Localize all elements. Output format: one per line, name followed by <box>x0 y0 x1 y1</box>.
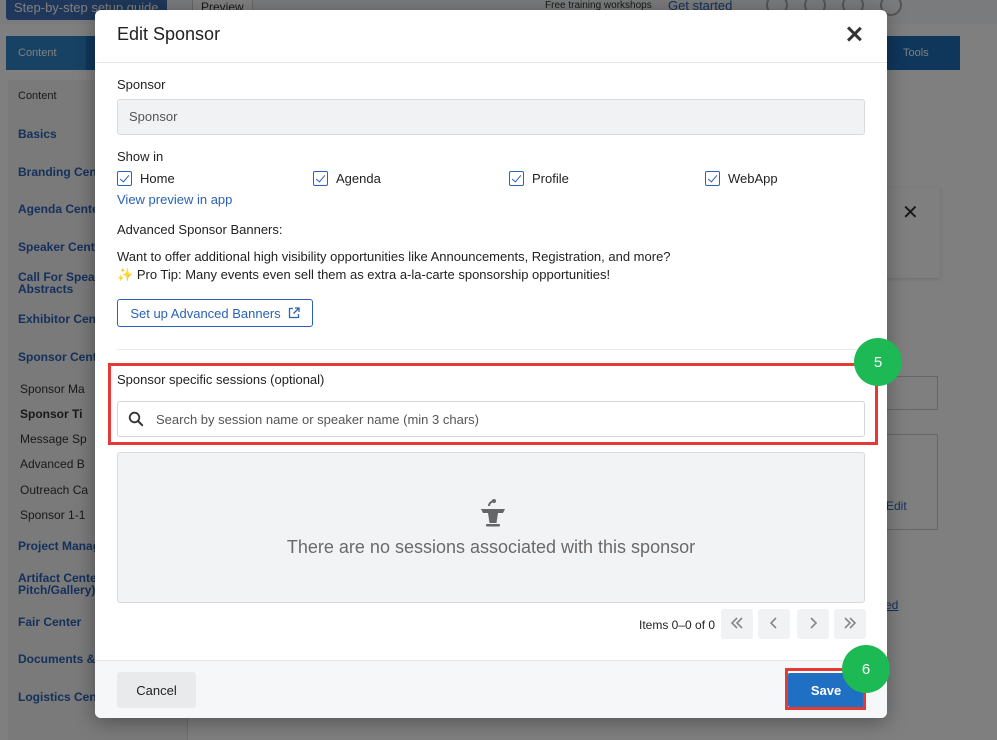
sparkle-icon: ✨ <box>117 267 134 282</box>
checkbox-checked-icon[interactable] <box>313 171 328 186</box>
chevron-left-icon <box>767 616 781 633</box>
cancel-button[interactable]: Cancel <box>117 672 196 708</box>
sessions-label: Sponsor specific sessions (optional) <box>117 372 325 387</box>
sessions-empty-state: There are no sessions associated with th… <box>117 452 865 603</box>
next-page-button[interactable] <box>797 609 829 639</box>
pagination-summary: Items 0–0 of 0 <box>639 618 716 632</box>
modal-title: Edit Sponsor <box>117 24 221 44</box>
session-search[interactable] <box>117 401 865 437</box>
pro-tip: ✨ Pro Tip: Many events even sell them as… <box>117 267 610 283</box>
edit-sponsor-modal: Edit Sponsor Sponsor Sponsor Show in Hom… <box>95 10 887 718</box>
setup-advanced-banners-button[interactable]: Set up Advanced Banners <box>117 299 313 327</box>
close-icon[interactable] <box>843 23 865 45</box>
checkbox-agenda[interactable]: Agenda <box>313 171 381 186</box>
checkbox-profile[interactable]: Profile <box>509 171 569 186</box>
sponsor-label: Sponsor <box>117 77 166 92</box>
modal-header: Edit Sponsor <box>95 10 887 63</box>
checkbox-label: Profile <box>532 171 569 186</box>
step-badge-6: 6 <box>842 645 890 693</box>
checkbox-webapp[interactable]: WebApp <box>705 171 778 186</box>
chevrons-left-icon <box>730 616 744 633</box>
sponsor-field: Sponsor <box>117 99 865 135</box>
prev-page-button[interactable] <box>758 609 790 639</box>
chevron-right-icon <box>806 616 820 633</box>
checkbox-checked-icon[interactable] <box>705 171 720 186</box>
step-badge-5: 5 <box>854 338 902 386</box>
divider <box>117 349 865 350</box>
podium-icon <box>477 497 509 529</box>
search-icon <box>128 411 144 427</box>
advanced-banners-title: Advanced Sponsor Banners: <box>117 222 283 237</box>
pro-tip-text: Pro Tip: Many events even sell them as e… <box>136 267 611 282</box>
search-input[interactable] <box>156 402 856 436</box>
modal-footer: Cancel Save <box>95 660 887 718</box>
show-in-label: Show in <box>117 149 164 164</box>
checkbox-label: WebApp <box>728 171 778 186</box>
checkbox-label: Home <box>140 171 175 186</box>
chevrons-right-icon <box>843 616 857 633</box>
empty-state-text: There are no sessions associated with th… <box>286 537 696 557</box>
external-link-icon <box>288 307 300 319</box>
setup-banners-label: Set up Advanced Banners <box>130 305 281 321</box>
view-preview-link[interactable]: View preview in app <box>117 192 232 207</box>
first-page-button[interactable] <box>721 609 753 639</box>
checkbox-checked-icon[interactable] <box>509 171 524 186</box>
checkbox-checked-icon[interactable] <box>117 171 132 186</box>
checkbox-home[interactable]: Home <box>117 171 175 186</box>
last-page-button[interactable] <box>834 609 866 639</box>
checkbox-label: Agenda <box>336 171 381 186</box>
advanced-banners-description: Want to offer additional high visibility… <box>117 249 671 264</box>
